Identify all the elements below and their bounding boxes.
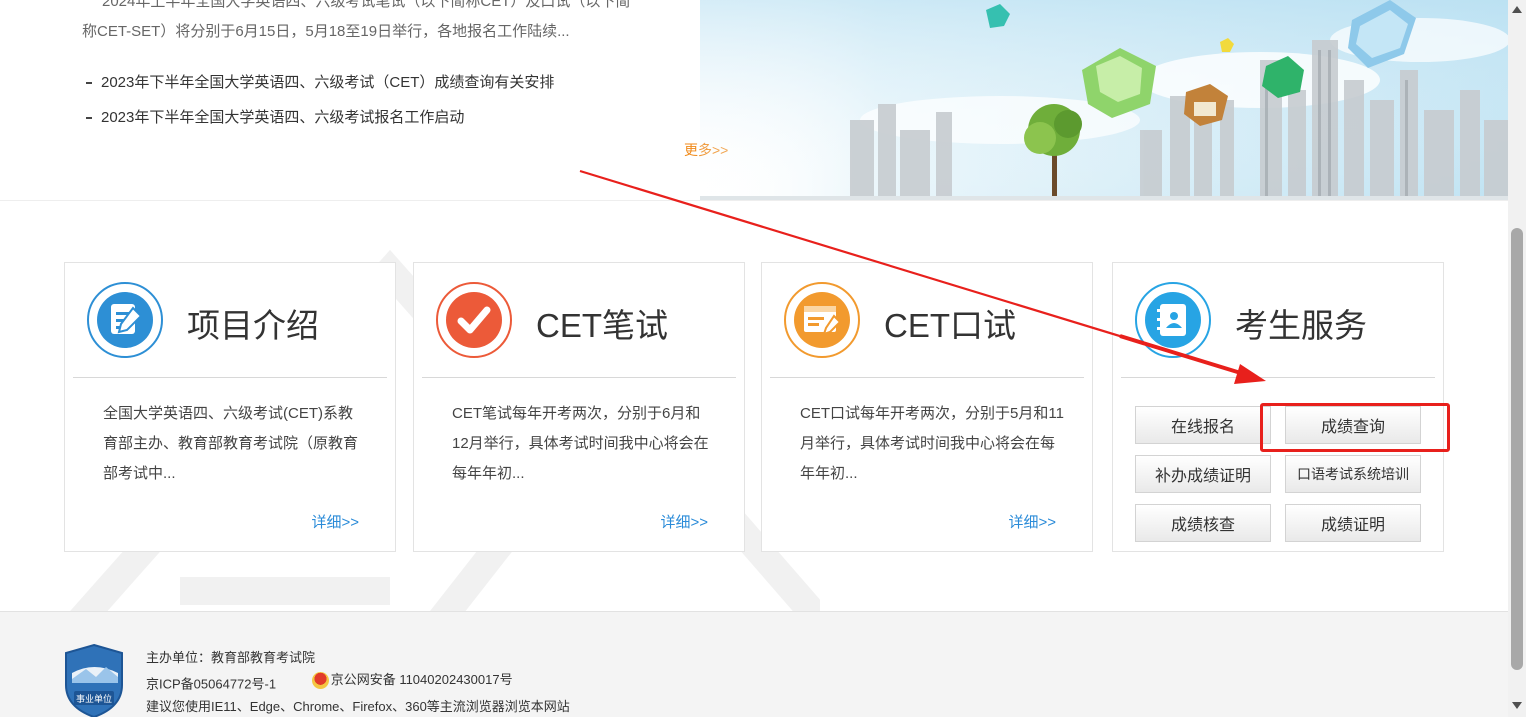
feature-cards-section: 项目介绍 全国大学英语四、六级考试(CET)系教育部主办、教育部教育考试院（原教…	[0, 200, 1508, 611]
card-description: CET口试每年开考两次，分别于5月和11月举行，具体考试时间我中心将会在每年年初…	[800, 405, 1064, 482]
news-item[interactable]: 2023年下半年全国大学英语四、六级考试（CET）成绩查询有关安排	[86, 72, 554, 107]
news-item[interactable]: 2023年下半年全国大学英语四、六级考试报名工作启动	[86, 107, 554, 142]
score-query-button[interactable]: 成绩查询	[1285, 406, 1421, 444]
card-title[interactable]: 考生服务	[1235, 299, 1367, 347]
police-badge-icon	[311, 671, 329, 689]
bullet-icon	[86, 117, 92, 120]
footer-info: 主办单位：教育部教育考试院 京ICP备05064772号-1 京公网安备 110…	[146, 647, 570, 717]
scroll-up-arrow-icon[interactable]	[1512, 6, 1522, 13]
card-detail-link[interactable]: 详细>>	[1008, 511, 1056, 532]
footer-record-line: 京ICP备05064772号-1 京公网安备 11040202430017号	[146, 669, 570, 696]
card-project-intro: 项目介绍 全国大学英语四、六级考试(CET)系教育部主办、教育部教育考试院（原教…	[64, 262, 396, 552]
contact-book-icon	[1135, 282, 1211, 358]
news-intro-line-2[interactable]: 称CET-SET）将分别于6月15日，5月18至19日举行，各地报名工作陆续..…	[82, 20, 570, 41]
footer-sponsor: 主办单位：教育部教育考试院	[146, 650, 316, 665]
oral-exam-training-button[interactable]: 口语考试系统培训	[1285, 455, 1421, 493]
vertical-scrollbar[interactable]	[1508, 0, 1526, 717]
card-title[interactable]: CET笔试	[536, 299, 668, 347]
footer-browser-tip: 建议您使用IE11、Edge、Chrome、Firefox、360等主流浏览器浏…	[146, 698, 570, 714]
scrollbar-thumb[interactable]	[1511, 228, 1523, 670]
city-banner-illustration	[700, 0, 1508, 200]
police-record[interactable]: 京公网安备 11040202430017号	[311, 669, 513, 691]
screen-edit-icon	[784, 282, 860, 358]
news-section: 2024年上半年全国大学英语四、六级考试笔试（以下简称CET）及口试（以下简 称…	[0, 0, 1508, 200]
card-cet-oral: CET口试 CET口试每年开考两次，分别于5月和11月举行，具体考试时间我中心将…	[761, 262, 1093, 552]
footer: 事业单位 主办单位：教育部教育考试院 京ICP备05064772号-1 京公网安…	[0, 611, 1508, 717]
scroll-down-arrow-icon[interactable]	[1512, 702, 1522, 709]
card-description: CET笔试每年开考两次，分别于6月和12月举行，具体考试时间我中心将会在每年年初…	[452, 405, 709, 482]
online-registration-button[interactable]: 在线报名	[1135, 406, 1271, 444]
reissue-certificate-button[interactable]: 补办成绩证明	[1135, 455, 1271, 493]
public-institution-badge-icon[interactable]: 事业单位	[62, 643, 126, 717]
card-candidate-services: 考生服务 在线报名 成绩查询 补办成绩证明 口语考试系统培训 成绩核查 成绩证明	[1112, 262, 1444, 552]
card-description: 全国大学英语四、六级考试(CET)系教育部主办、教育部教育考试院（原教育部考试中…	[103, 405, 359, 482]
news-list: 2023年下半年全国大学英语四、六级考试（CET）成绩查询有关安排 2023年下…	[86, 72, 554, 142]
card-detail-link[interactable]: 详细>>	[660, 511, 708, 532]
badge-label: 事业单位	[76, 693, 112, 705]
card-title[interactable]: CET口试	[884, 299, 1016, 347]
card-title[interactable]: 项目介绍	[187, 299, 319, 347]
news-item-label[interactable]: 2023年下半年全国大学英语四、六级考试报名工作启动	[101, 109, 464, 126]
bullet-icon	[86, 82, 92, 85]
document-edit-icon	[87, 282, 163, 358]
news-item-label[interactable]: 2023年下半年全国大学英语四、六级考试（CET）成绩查询有关安排	[101, 74, 554, 91]
card-header: 考生服务	[1121, 263, 1435, 378]
news-intro-line-1: 2024年上半年全国大学英语四、六级考试笔试（以下简称CET）及口试（以下简	[102, 0, 631, 10]
police-record-label[interactable]: 京公网安备 11040202430017号	[331, 669, 513, 691]
card-cet-written: CET笔试 CET笔试每年开考两次，分别于6月和12月举行，具体考试时间我中心将…	[413, 262, 745, 552]
card-detail-link[interactable]: 详细>>	[311, 511, 359, 532]
card-header: 项目介绍	[73, 263, 387, 378]
checkmark-icon	[436, 282, 512, 358]
card-header: CET口试	[770, 263, 1084, 378]
score-verification-button[interactable]: 成绩核查	[1135, 504, 1271, 542]
icp-record-link[interactable]: 京ICP备05064772号-1	[146, 677, 276, 692]
card-header: CET笔试	[422, 263, 736, 378]
score-certificate-button[interactable]: 成绩证明	[1285, 504, 1421, 542]
